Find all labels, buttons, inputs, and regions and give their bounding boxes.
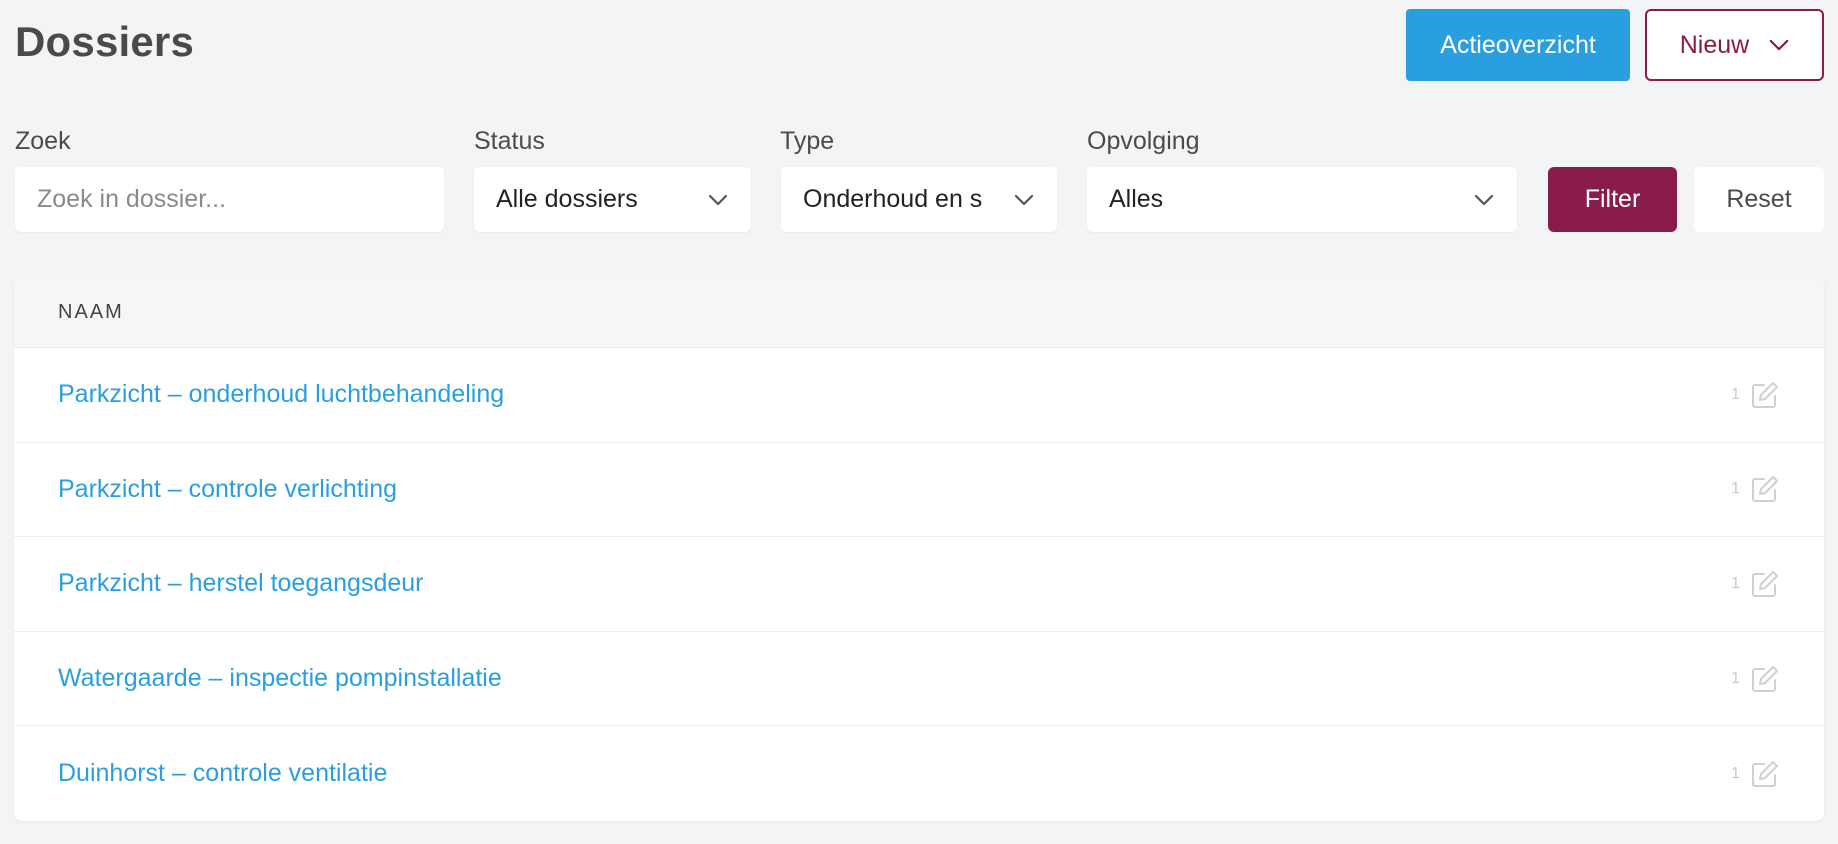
type-select[interactable]: Onderhoud en s [781,167,1057,232]
dossier-link[interactable]: Parkzicht – controle verlichting [58,475,1731,504]
row-count: 1 [1731,480,1740,498]
nieuw-button[interactable]: Nieuw [1645,9,1824,81]
actieoverzicht-button[interactable]: Actieoverzicht [1406,9,1630,81]
type-label: Type [780,127,835,155]
dossier-link[interactable]: Parkzicht – herstel toegangsdeur [58,569,1731,598]
dossiers-table: NAAM Parkzicht – onderhoud luchtbehandel… [14,277,1824,821]
table-row: Parkzicht – herstel toegangsdeur 1 [14,537,1824,632]
opvolging-label: Opvolging [1087,127,1200,155]
column-header-naam: NAAM [58,300,124,323]
row-count: 1 [1731,764,1740,782]
edit-icon[interactable] [1750,759,1780,789]
reset-button[interactable]: Reset [1694,167,1824,232]
table-row: Parkzicht – controle verlichting 1 [14,443,1824,538]
edit-icon[interactable] [1750,474,1780,504]
opvolging-select-value: Alles [1109,185,1164,213]
dossier-link[interactable]: Duinhorst – controle ventilatie [58,759,1731,788]
filter-button[interactable]: Filter [1548,167,1677,232]
row-count: 1 [1731,574,1740,592]
status-label: Status [474,127,545,155]
status-select[interactable]: Alle dossiers [474,167,751,232]
table-row: Watergaarde – inspectie pompinstallatie … [14,632,1824,727]
dossier-link[interactable]: Watergaarde – inspectie pompinstallatie [58,664,1731,693]
nieuw-button-label: Nieuw [1679,30,1750,59]
chevron-down-icon [1014,194,1034,205]
edit-icon[interactable] [1750,380,1780,410]
search-placeholder: Zoek in dossier... [37,185,226,213]
row-count: 1 [1731,385,1740,403]
chevron-down-icon [1474,194,1494,205]
table-header: NAAM [14,277,1824,348]
status-select-value: Alle dossiers [496,185,638,213]
search-label: Zoek [15,127,71,155]
table-row: Parkzicht – onderhoud luchtbehandeling 1 [14,348,1824,443]
table-row: Duinhorst – controle ventilatie 1 [14,726,1824,821]
dossier-link[interactable]: Parkzicht – onderhoud luchtbehandeling [58,380,1731,409]
chevron-down-icon [708,194,728,205]
opvolging-select[interactable]: Alles [1087,167,1517,232]
edit-icon[interactable] [1750,664,1780,694]
row-count: 1 [1731,669,1740,687]
search-input[interactable]: Zoek in dossier... [15,167,444,232]
page-title: Dossiers [15,18,195,65]
chevron-down-icon [1769,39,1789,50]
type-select-value: Onderhoud en s [803,185,983,213]
edit-icon[interactable] [1750,569,1780,599]
